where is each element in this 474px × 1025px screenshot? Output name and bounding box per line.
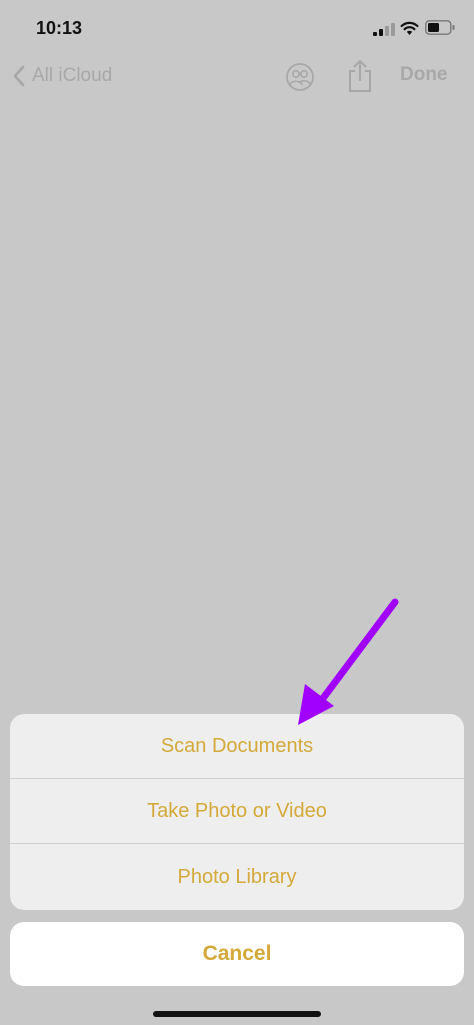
wifi-icon <box>400 21 419 35</box>
share-icon[interactable] <box>346 59 374 93</box>
status-time: 10:13 <box>36 18 83 38</box>
home-indicator <box>153 1011 321 1017</box>
scan-documents-option[interactable]: Scan Documents <box>10 714 464 779</box>
action-sheet: Scan Documents Take Photo or Video Photo… <box>10 714 464 910</box>
chevron-left-icon <box>13 65 25 87</box>
add-people-icon[interactable] <box>283 62 317 92</box>
back-button[interactable]: All iCloud <box>12 62 112 90</box>
battery-icon <box>425 20 455 35</box>
take-photo-or-video-option[interactable]: Take Photo or Video <box>10 779 464 844</box>
status-bar: 10:13 <box>0 0 474 54</box>
photo-library-option[interactable]: Photo Library <box>10 844 464 910</box>
cancel-button[interactable]: Cancel <box>10 922 464 986</box>
back-label: All iCloud <box>32 65 113 86</box>
done-button[interactable]: Done <box>400 64 448 86</box>
signal-icon <box>373 23 395 36</box>
navigation-bar: All iCloud Done <box>0 54 474 98</box>
notes-screen: 10:13 All iCloud Done Scan Documents Tak… <box>0 0 474 1025</box>
